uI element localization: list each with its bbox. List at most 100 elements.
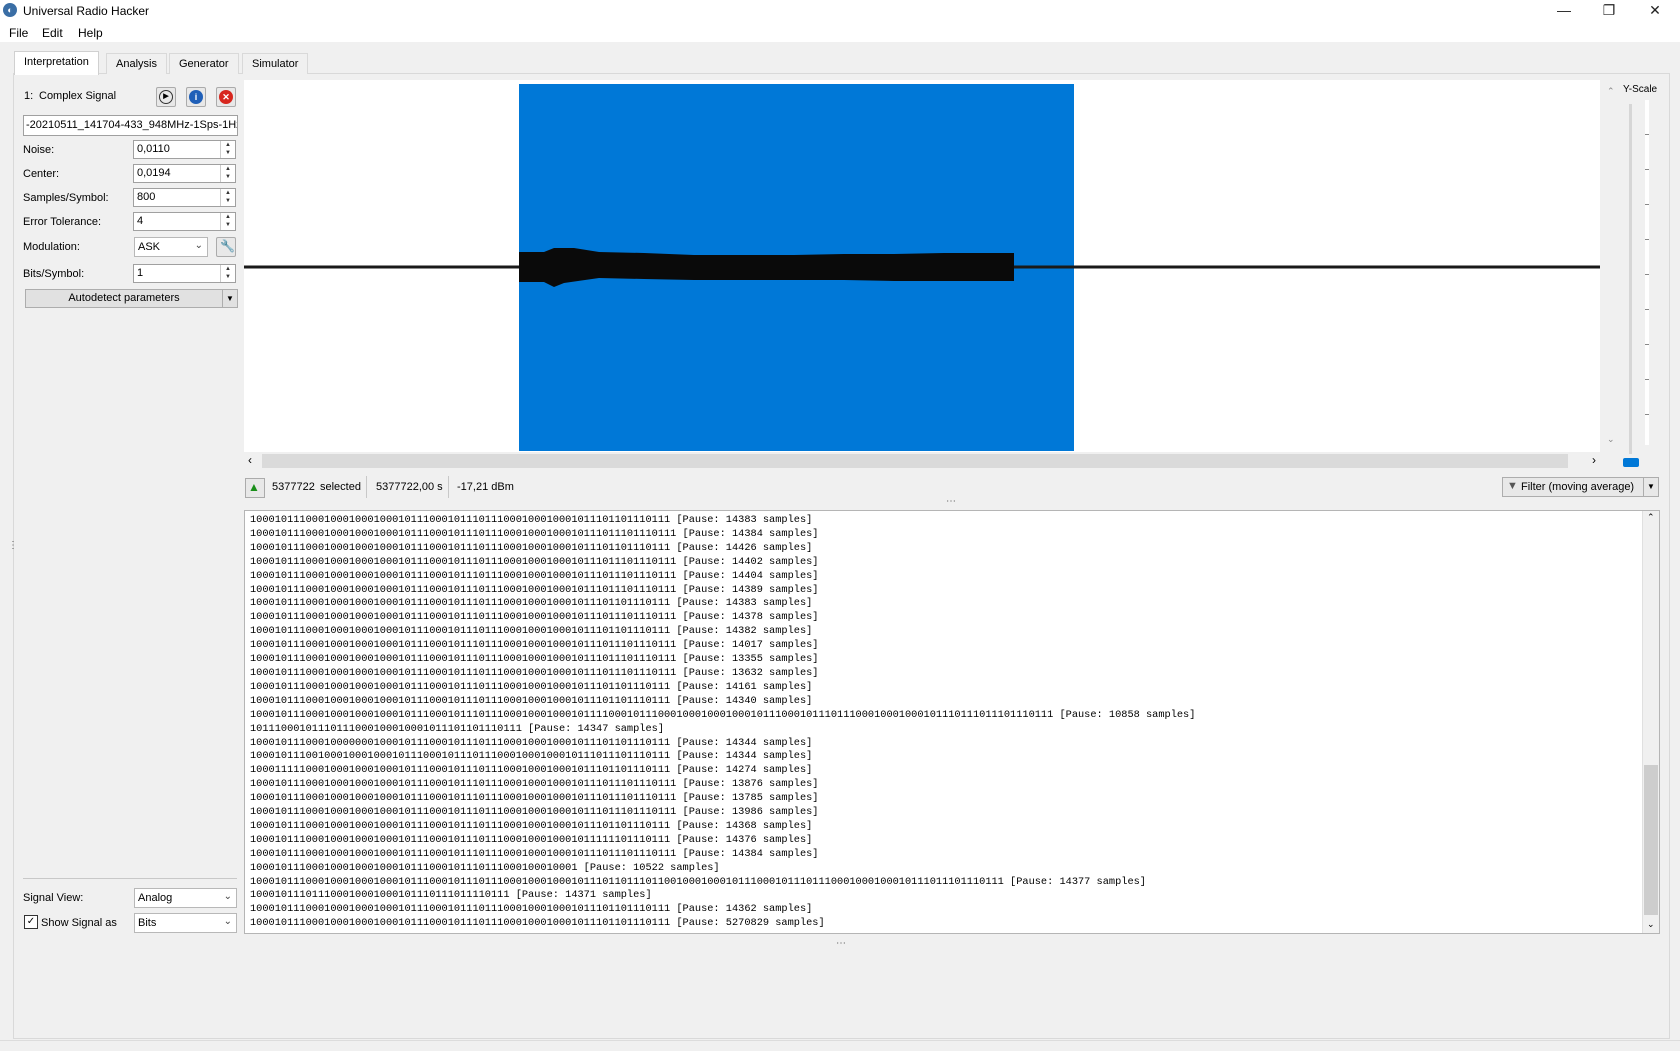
- y-scale-slider-track[interactable]: [1629, 104, 1632, 454]
- scroll-thumb[interactable]: [262, 454, 1568, 468]
- scroll-left-icon[interactable]: ‹: [248, 453, 252, 467]
- filename-field[interactable]: -20210511_141704-433_948MHz-1Sps-1Hz: [23, 115, 238, 136]
- bits-line: 1000101110001000100010001011100010111011…: [250, 833, 813, 846]
- bits-line: 1000101110001000100010001011100010111011…: [250, 861, 720, 874]
- bits-line: 1000101110010001000100010111000101110111…: [250, 750, 813, 763]
- status-row: ▲ 5377722 selected 5377722,00 s -17,21 d…: [244, 476, 1659, 498]
- y-scale-label: Y-Scale: [1623, 84, 1658, 95]
- dropdown-arrow-icon[interactable]: ▼: [222, 290, 237, 307]
- selected-word: selected: [320, 481, 361, 493]
- bits-line: 1000101110001000100010001011100010111011…: [250, 666, 819, 679]
- spin-arrows-icon[interactable]: ▲ ▼: [220, 213, 235, 230]
- spin-arrows-icon[interactable]: ▲ ▼: [220, 189, 235, 206]
- menu-file[interactable]: File: [9, 26, 28, 40]
- bits-text-view[interactable]: 1000101110001000100010001011100010111011…: [244, 510, 1660, 934]
- bits-line: 1000101110001000100010001011100010111011…: [250, 778, 819, 791]
- bits-line: 1000101110001000100010001011100010111011…: [250, 583, 819, 596]
- title-bar: ◐ Universal Radio Hacker — ❐ ✕: [0, 0, 1680, 22]
- waveform: [244, 248, 1600, 287]
- spin-arrows-icon[interactable]: ▲ ▼: [220, 165, 235, 182]
- bits-line: 1000101110001000100010001011100010111011…: [250, 694, 813, 707]
- bits-line: 1000101110001000100010001011100010111011…: [250, 903, 813, 916]
- modulation-settings-button[interactable]: 🔧: [216, 237, 236, 257]
- selection-duration: 5377722,00 s: [376, 481, 443, 493]
- filter-button[interactable]: ▼ Filter (moving average): [1502, 477, 1644, 497]
- play-button[interactable]: ▶: [156, 87, 176, 107]
- scroll-right-icon[interactable]: ›: [1592, 453, 1596, 467]
- bits-per-symbol-input[interactable]: 1 ▲ ▼: [133, 264, 236, 283]
- show-signal-checkbox[interactable]: ✓: [24, 915, 38, 929]
- scroll-down-icon[interactable]: ⌄: [1607, 434, 1615, 445]
- splitter-handle-icon[interactable]: ⋯: [946, 496, 956, 507]
- splitter-handle-icon[interactable]: ⋮: [8, 540, 18, 554]
- horizontal-scrollbar[interactable]: ‹ ›: [244, 452, 1600, 469]
- bits-line: 1000101110001000100010001011100010111011…: [250, 541, 813, 554]
- spin-arrows-icon[interactable]: ▲ ▼: [220, 141, 235, 158]
- info-button[interactable]: i: [186, 87, 206, 107]
- center-input[interactable]: 0,0194 ▲ ▼: [133, 164, 236, 183]
- menu-bar: File Edit Help: [0, 22, 1680, 42]
- splitter-handle-icon[interactable]: ⋯: [836, 938, 846, 949]
- bits-line: 1000101110111000100010001011101110111101…: [250, 889, 652, 902]
- close-window-button[interactable]: ✕: [1632, 0, 1678, 22]
- restore-button[interactable]: ❐: [1586, 0, 1632, 22]
- bits-line: 1000111110001000100010001011100010111011…: [250, 764, 813, 777]
- tab-generator[interactable]: Generator: [169, 53, 239, 74]
- bits-line: 1000101110001000100010001011100010111011…: [250, 639, 819, 652]
- autodetect-button[interactable]: Autodetect parameters ▼: [25, 289, 238, 308]
- y-scale-ticks: [1645, 100, 1649, 445]
- app-logo-icon: ◐: [3, 3, 17, 17]
- error-tolerance-input[interactable]: 4 ▲ ▼: [133, 212, 236, 231]
- close-signal-button[interactable]: ✕: [216, 87, 236, 107]
- filter-dropdown-icon[interactable]: ▼: [1643, 477, 1659, 497]
- bits-line: 1011100010111011100010001000101110110111…: [250, 722, 665, 735]
- samples-per-symbol-input[interactable]: 800 ▲ ▼: [133, 188, 236, 207]
- bits-line: 1000101110001000100010001011100010111011…: [250, 917, 825, 930]
- selection-mode-button[interactable]: ▲: [245, 478, 265, 498]
- status-bar: [0, 1040, 1680, 1051]
- bits-lines: 1000101110001000100010001011100010111011…: [250, 514, 1195, 931]
- menu-help[interactable]: Help: [78, 26, 103, 40]
- bits-line: 1000101110001000000010001011100010111011…: [250, 736, 813, 749]
- selected-count: 5377722: [272, 481, 315, 493]
- scroll-up-icon[interactable]: ⌃: [1607, 86, 1615, 97]
- noise-input[interactable]: 0,0110 ▲ ▼: [133, 140, 236, 159]
- tab-analysis[interactable]: Analysis: [106, 53, 167, 74]
- scroll-up-icon[interactable]: ⌃: [1647, 512, 1655, 523]
- vertical-scrollbar[interactable]: ⌃ ⌄: [1642, 511, 1659, 933]
- signal-name: Complex Signal: [39, 90, 117, 102]
- bits-line: 1000101110001000100010001011100010111011…: [250, 597, 813, 610]
- spin-arrows-icon[interactable]: ▲ ▼: [220, 265, 235, 282]
- bits-line: 1000101110001000100010001011100010111011…: [250, 514, 813, 526]
- minimize-button[interactable]: —: [1541, 0, 1587, 22]
- bits-line: 1000101110001000100010001011100010111011…: [250, 555, 819, 568]
- close-icon: ✕: [219, 90, 233, 104]
- bits-line: 1000101110001000100010001011100010111011…: [250, 653, 819, 666]
- signal-view-label: Signal View:: [23, 892, 84, 904]
- scroll-down-icon[interactable]: ⌄: [1647, 919, 1655, 930]
- tab-interpretation[interactable]: Interpretation: [14, 51, 99, 75]
- y-scale-slider-handle[interactable]: [1623, 458, 1639, 467]
- show-signal-as-select[interactable]: Bits ⌄: [134, 913, 237, 933]
- wrench-icon: 🔧: [220, 239, 235, 253]
- bits-per-symbol-label: Bits/Symbol:: [23, 268, 85, 280]
- chevron-down-icon: ⌄: [194, 240, 203, 251]
- chevron-down-icon: ⌄: [223, 916, 232, 927]
- bits-line: 1000101110001000100010001011100010111011…: [250, 875, 1146, 888]
- menu-edit[interactable]: Edit: [42, 26, 63, 40]
- center-label: Center:: [23, 168, 60, 180]
- modulation-select[interactable]: ASK ⌄: [134, 237, 208, 257]
- signal-index: 1:: [24, 90, 34, 102]
- tab-simulator[interactable]: Simulator: [242, 53, 309, 74]
- splitter[interactable]: [23, 878, 237, 879]
- modulation-label: Modulation:: [23, 241, 80, 253]
- bits-line: 1000101110001000100010001011100010111011…: [250, 611, 819, 624]
- bits-line: 1000101110001000100010001011100010111011…: [250, 708, 1196, 721]
- scroll-thumb[interactable]: [1644, 765, 1658, 915]
- show-signal-label: Show Signal as: [41, 917, 117, 929]
- samples-per-symbol-label: Samples/Symbol:: [23, 192, 109, 204]
- signal-view-select[interactable]: Analog ⌄: [134, 888, 237, 908]
- info-icon: i: [189, 90, 203, 104]
- bits-line: 1000101110001000100010001011100010111011…: [250, 569, 819, 582]
- bits-line: 1000101110001000100010001011100010111011…: [250, 680, 813, 693]
